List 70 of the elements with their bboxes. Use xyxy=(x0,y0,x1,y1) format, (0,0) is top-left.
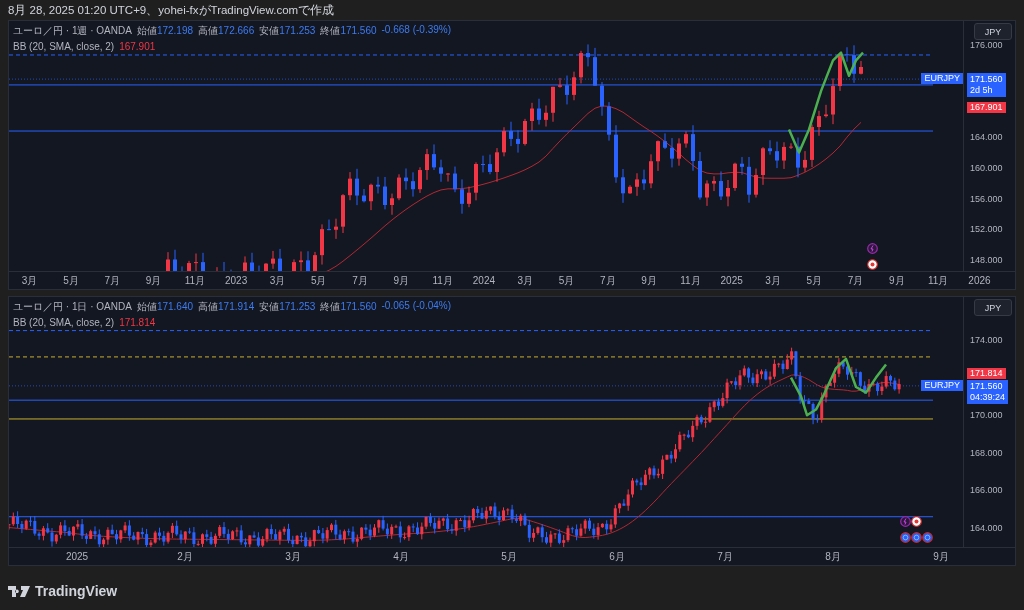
price-tick: 160.000 xyxy=(970,162,1003,173)
time-tick: 5月 xyxy=(310,273,327,288)
indicator-name: BB (20, SMA, close, 2) xyxy=(13,317,115,328)
time-tick: 3月 xyxy=(21,273,38,288)
ohlc-value: 高値171.914 xyxy=(198,300,255,314)
symbol-title: ユーロ／円 · 1日 · OANDA xyxy=(13,300,132,314)
price-tick: 148.000 xyxy=(970,255,1003,266)
symbol-tag: EURJPY xyxy=(921,379,963,391)
time-tick: 11月 xyxy=(680,273,701,288)
currency-button[interactable]: JPY xyxy=(974,299,1012,316)
time-tick: 2月 xyxy=(177,549,193,564)
time-tick: 3月 xyxy=(269,273,286,288)
ohlc-value: 終値171.560 xyxy=(320,24,377,38)
price-tick: 166.000 xyxy=(970,485,1003,496)
time-tick: 5月 xyxy=(63,273,79,288)
time-tick: 6月 xyxy=(609,549,625,564)
time-tick: 3月 xyxy=(285,549,301,564)
ohlc-value: 高値172.666 xyxy=(198,24,255,38)
time-tick: 2025 xyxy=(65,551,89,562)
price-tick: 174.000 xyxy=(970,335,1003,345)
price-change: -0.668 (-0.39%) xyxy=(381,24,451,37)
indicator-value: 167.901 xyxy=(119,41,156,52)
ohlc-value: 始値172.198 xyxy=(136,24,194,38)
price-tick: 152.000 xyxy=(970,224,1003,235)
time-tick: 7月 xyxy=(847,273,864,288)
time-tick: 3月 xyxy=(765,273,781,288)
time-tick: 4月 xyxy=(393,549,409,564)
ohlc-value: 安値171.253 xyxy=(259,300,316,314)
price-tick: 156.000 xyxy=(970,193,1003,204)
time-tick: 7月 xyxy=(600,273,616,288)
time-tick: 5月 xyxy=(501,549,517,564)
ohlc-value: 始値171.640 xyxy=(136,300,194,314)
last-price-label: 171.560 2d 5h xyxy=(967,73,1006,98)
time-tick: 9月 xyxy=(933,549,949,564)
time-tick: 2024 xyxy=(472,275,496,286)
last-price-label: 171.560 04:39:24 xyxy=(967,379,1009,404)
symbol-title: ユーロ／円 · 1週 · OANDA xyxy=(13,24,132,38)
chart-caption: 8月 28, 2025 01:20 UTC+9、yohei-fxがTradingView.comで作成 xyxy=(8,3,336,18)
time-tick: 7月 xyxy=(104,273,120,288)
price-tick: 164.000 xyxy=(970,132,1003,143)
time-tick: 2025 xyxy=(720,275,743,286)
band-price-label: 171.814 xyxy=(967,367,1006,379)
time-tick: 5月 xyxy=(806,273,823,288)
time-tick: 8月 xyxy=(825,549,841,564)
price-tick: 168.000 xyxy=(970,447,1003,458)
time-tick: 11月 xyxy=(184,273,206,288)
currency-button[interactable]: JPY xyxy=(974,23,1012,40)
indicator-value: 171.814 xyxy=(119,317,156,328)
time-tick: 2023 xyxy=(225,275,248,286)
time-tick: 9月 xyxy=(889,273,905,288)
indicator-name: BB (20, SMA, close, 2) xyxy=(13,41,115,52)
time-tick: 9月 xyxy=(641,273,657,288)
time-tick: 7月 xyxy=(717,549,733,564)
time-tick: 9月 xyxy=(393,273,410,288)
ohlc-value: 終値171.560 xyxy=(320,300,377,314)
symbol-tag: EURJPY xyxy=(921,73,963,85)
time-tick: 9月 xyxy=(145,273,162,288)
price-tick: 170.000 xyxy=(970,410,1003,421)
time-tick: 5月 xyxy=(558,273,575,288)
time-tick: 11月 xyxy=(928,273,949,288)
logo-text: TradingView xyxy=(35,583,118,599)
time-tick: 11月 xyxy=(432,273,453,288)
time-tick: 7月 xyxy=(352,273,368,288)
ohlc-value: 安値171.253 xyxy=(259,24,316,38)
time-tick: 2026 xyxy=(968,275,991,286)
time-tick: 3月 xyxy=(517,273,533,288)
band-price-label: 167.901 xyxy=(967,102,1006,114)
price-tick: 164.000 xyxy=(970,523,1003,533)
price-tick: 176.000 xyxy=(970,40,1003,50)
price-change: -0.065 (-0.04%) xyxy=(381,300,451,313)
